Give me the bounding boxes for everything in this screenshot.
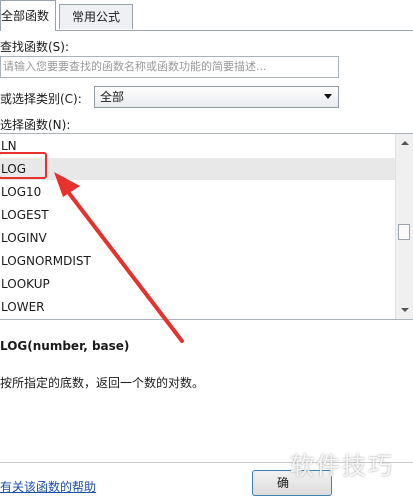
watermark-text: 软件技巧: [290, 452, 394, 480]
tab-all-functions[interactable]: 全部函数: [0, 0, 57, 31]
annotation-arrow-icon: [54, 172, 184, 343]
function-description: 按所指定的底数，返回一个数的对数。: [0, 376, 205, 390]
help-link[interactable]: 有关该函数的帮助: [0, 478, 96, 495]
function-signature: LOG(number, base): [0, 339, 130, 353]
